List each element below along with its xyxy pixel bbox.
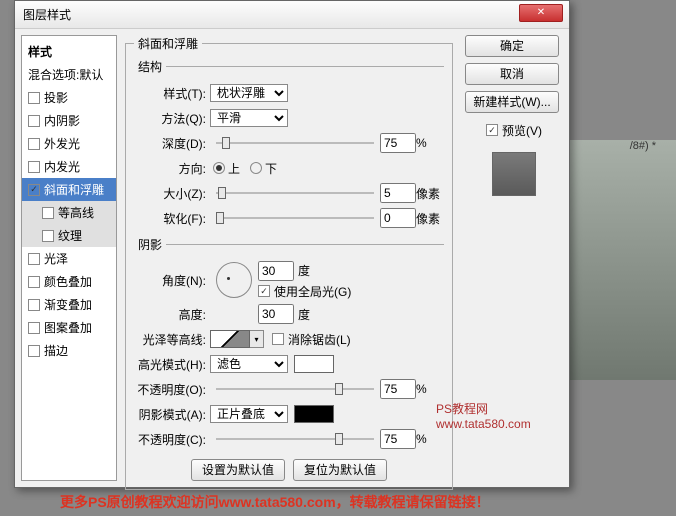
sidebar-item-satin[interactable]: 光泽 (22, 247, 116, 270)
main-panel: 斜面和浮雕 结构 样式(T):枕状浮雕 方法(Q):平滑 深度(D):% 方向:… (117, 35, 461, 481)
ok-button[interactable]: 确定 (465, 35, 559, 57)
size-slider[interactable] (216, 186, 374, 200)
depth-label: 深度(D): (134, 135, 210, 152)
checkbox-icon[interactable] (28, 115, 40, 127)
bevel-group: 斜面和浮雕 结构 样式(T):枕状浮雕 方法(Q):平滑 深度(D):% 方向:… (125, 35, 453, 490)
new-style-button[interactable]: 新建样式(W)... (465, 91, 559, 113)
sidebar-item-bevel-emboss[interactable]: 斜面和浮雕 (22, 178, 116, 201)
bevel-group-title: 斜面和浮雕 (134, 35, 202, 52)
altitude-label: 高度: (134, 306, 210, 323)
highlight-color-swatch[interactable] (294, 355, 334, 373)
shading-title: 阴影 (134, 236, 166, 253)
make-default-button[interactable]: 设置为默认值 (191, 459, 285, 481)
cancel-button[interactable]: 取消 (465, 63, 559, 85)
sidebar-item-outer-glow[interactable]: 外发光 (22, 132, 116, 155)
sidebar-item-drop-shadow[interactable]: 投影 (22, 86, 116, 109)
dialog-title: 图层样式 (23, 8, 71, 22)
checkbox-icon[interactable] (28, 138, 40, 150)
checkbox-icon[interactable] (28, 322, 40, 334)
preview-checkbox[interactable] (486, 124, 498, 136)
sidebar-item-gradient-overlay[interactable]: 渐变叠加 (22, 293, 116, 316)
angle-input[interactable] (258, 261, 294, 281)
sidebar-item-contour[interactable]: 等高线 (22, 201, 116, 224)
dialog-titlebar[interactable]: 图层样式 ✕ (15, 1, 569, 29)
global-light-checkbox[interactable] (258, 285, 270, 297)
gloss-contour-picker[interactable] (210, 330, 250, 348)
sidebar-blend-options[interactable]: 混合选项:默认 (22, 63, 116, 86)
checkbox-icon[interactable] (42, 230, 54, 242)
highlight-mode-select[interactable]: 滤色 (210, 355, 288, 373)
sidebar-item-color-overlay[interactable]: 颜色叠加 (22, 270, 116, 293)
shadow-mode-label: 阴影模式(A): (134, 406, 210, 423)
close-button[interactable]: ✕ (519, 4, 563, 22)
checkbox-icon[interactable] (28, 184, 40, 196)
sidebar-item-inner-shadow[interactable]: 内阴影 (22, 109, 116, 132)
shadow-mode-select[interactable]: 正片叠底 (210, 405, 288, 423)
size-input[interactable] (380, 183, 416, 203)
angle-picker[interactable] (216, 262, 252, 298)
chevron-down-icon[interactable]: ▾ (250, 330, 264, 348)
bottom-banner: 更多PS原创教程欢迎访问www.tata580.com，转载教程请保留链接！ (60, 492, 490, 512)
shadow-opacity-label: 不透明度(C): (134, 431, 210, 448)
highlight-opacity-slider[interactable] (216, 382, 374, 396)
sidebar-item-inner-glow[interactable]: 内发光 (22, 155, 116, 178)
direction-down-radio[interactable] (250, 162, 262, 174)
checkbox-icon[interactable] (28, 161, 40, 173)
style-select[interactable]: 枕状浮雕 (210, 84, 288, 102)
gloss-label: 光泽等高线: (134, 331, 210, 348)
watermark: PS教程网 www.tata580.com (436, 400, 531, 431)
sidebar-item-texture[interactable]: 纹理 (22, 224, 116, 247)
direction-label: 方向: (134, 160, 210, 177)
checkbox-icon[interactable] (28, 276, 40, 288)
size-label: 大小(Z): (134, 185, 210, 202)
checkbox-icon[interactable] (28, 345, 40, 357)
antialias-checkbox[interactable] (272, 333, 284, 345)
style-label: 样式(T): (134, 85, 210, 102)
sidebar-header[interactable]: 样式 (22, 40, 116, 63)
angle-label: 角度(N): (134, 272, 210, 289)
altitude-input[interactable] (258, 304, 294, 324)
checkbox-icon[interactable] (42, 207, 54, 219)
background-tank-image (566, 140, 676, 380)
soften-slider[interactable] (216, 211, 374, 225)
styles-sidebar: 样式 混合选项:默认 投影 内阴影 外发光 内发光 斜面和浮雕 等高线 纹理 光… (21, 35, 117, 481)
highlight-opacity-input[interactable] (380, 379, 416, 399)
checkbox-icon[interactable] (28, 92, 40, 104)
shadow-opacity-input[interactable] (380, 429, 416, 449)
technique-label: 方法(Q): (134, 110, 210, 127)
technique-select[interactable]: 平滑 (210, 109, 288, 127)
direction-up-radio[interactable] (213, 162, 225, 174)
soften-input[interactable] (380, 208, 416, 228)
sidebar-item-pattern-overlay[interactable]: 图案叠加 (22, 316, 116, 339)
structure-title: 结构 (134, 58, 166, 75)
document-tab-fragment: /8#) * (630, 140, 656, 152)
depth-slider[interactable] (216, 136, 374, 150)
shadow-opacity-slider[interactable] (216, 432, 374, 446)
highlight-mode-label: 高光模式(H): (134, 356, 210, 373)
preview-swatch (492, 152, 536, 196)
checkbox-icon[interactable] (28, 253, 40, 265)
soften-label: 软化(F): (134, 210, 210, 227)
checkbox-icon[interactable] (28, 299, 40, 311)
shadow-color-swatch[interactable] (294, 405, 334, 423)
reset-default-button[interactable]: 复位为默认值 (293, 459, 387, 481)
highlight-opacity-label: 不透明度(O): (134, 381, 210, 398)
depth-input[interactable] (380, 133, 416, 153)
sidebar-item-stroke[interactable]: 描边 (22, 339, 116, 362)
